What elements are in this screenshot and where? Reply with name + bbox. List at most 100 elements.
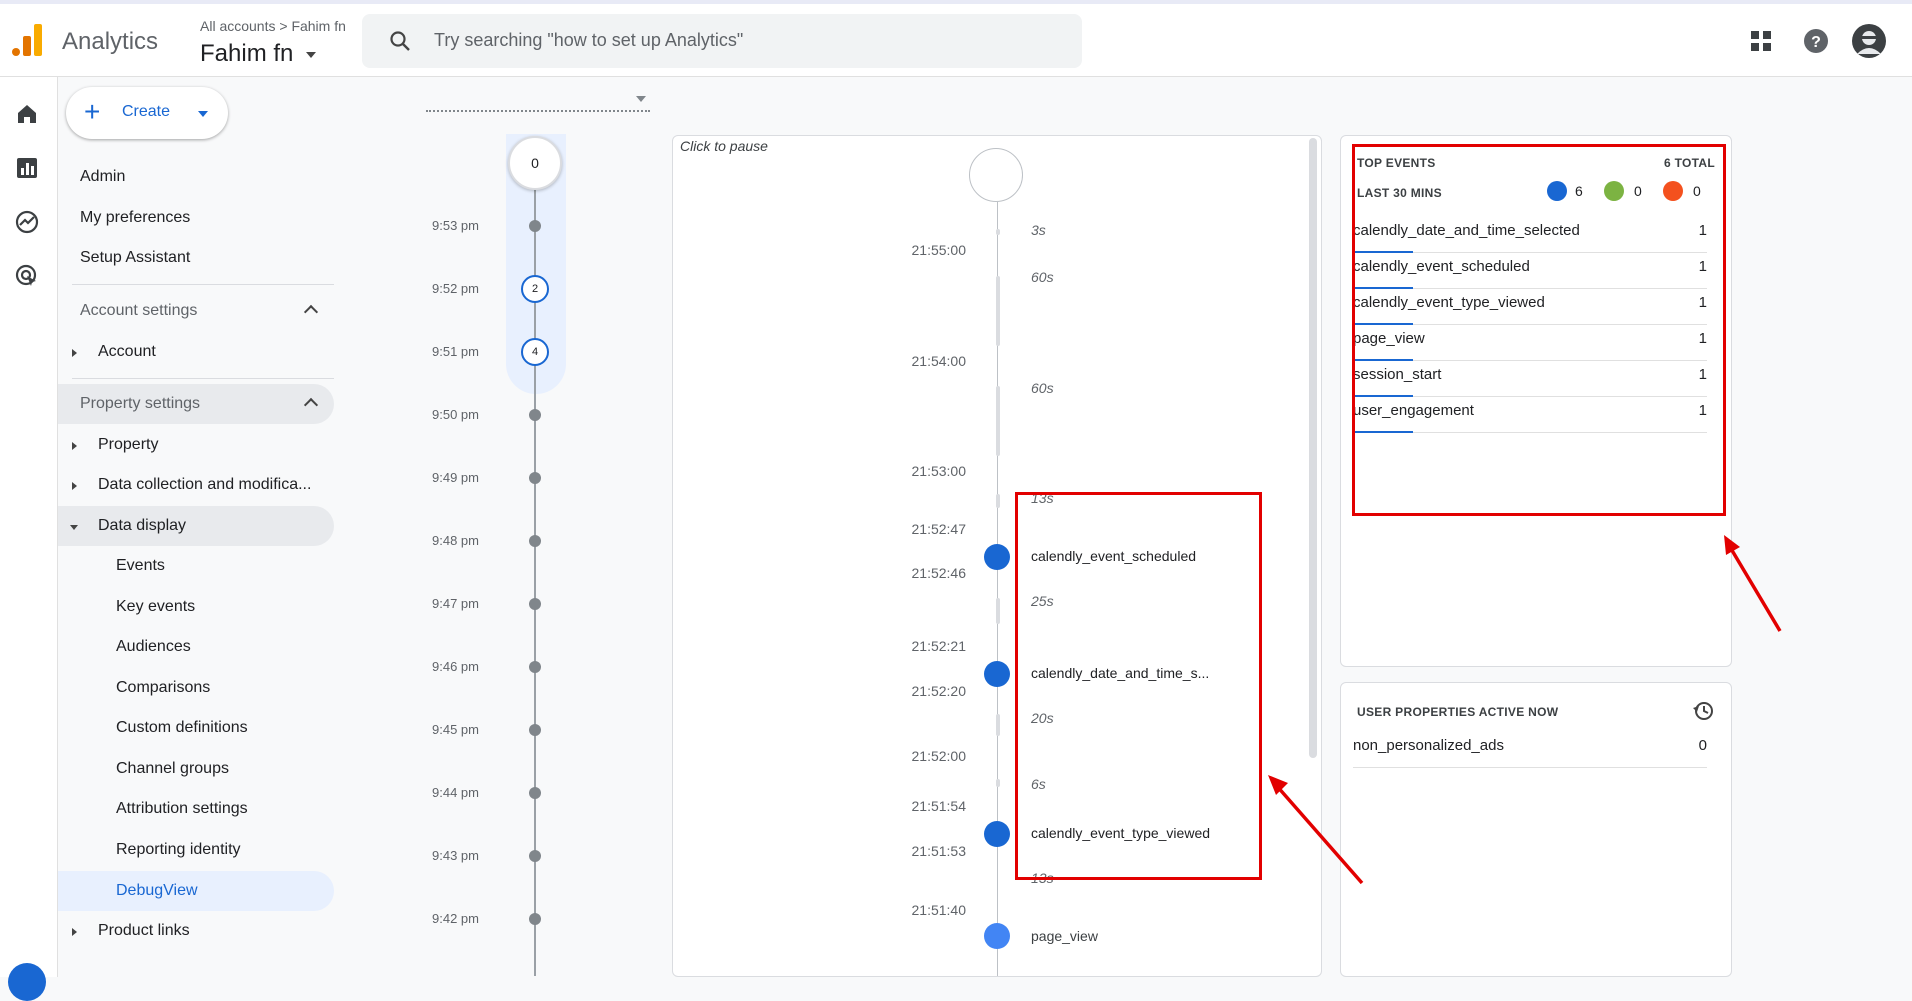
sidebar-divider <box>72 284 334 285</box>
gap-segment <box>996 598 1000 624</box>
section-label: Property settings <box>80 395 201 412</box>
time-label: 21:53:00 <box>911 463 967 479</box>
dropdown-caret-icon <box>306 51 317 58</box>
minute-dot[interactable] <box>529 787 541 799</box>
minute-badge[interactable]: 4 <box>521 338 549 366</box>
gap-label: 3s <box>1031 222 1046 238</box>
sidebar-item-preferences[interactable]: My preferences <box>58 198 334 238</box>
time-label: 21:52:21 <box>911 638 967 654</box>
pause-hint[interactable]: Click to pause <box>680 138 768 154</box>
sidebar-item-comparisons[interactable]: Comparisons <box>58 668 334 708</box>
home-icon[interactable] <box>14 101 40 127</box>
gap-label: 60s <box>1031 380 1054 396</box>
minute-dot[interactable] <box>529 724 541 736</box>
sidebar-item-reporting-identity[interactable]: Reporting identity <box>58 830 334 870</box>
user-property-row[interactable]: non_personalized_ads 0 <box>1353 731 1707 768</box>
avatar[interactable] <box>1852 24 1886 58</box>
reports-icon[interactable] <box>14 155 40 181</box>
caret-right-icon <box>72 928 77 936</box>
sidebar-item-label: Data display <box>98 517 187 534</box>
caret-right-icon <box>72 482 77 490</box>
minute-dot[interactable] <box>529 220 541 232</box>
history-icon[interactable] <box>1691 699 1715 723</box>
breadcrumb[interactable]: All accounts > Fahim fn <box>200 18 346 34</box>
sidebar-item-label: Audiences <box>116 638 191 655</box>
sidebar-item-audiences[interactable]: Audiences <box>58 627 334 667</box>
create-button[interactable]: + Create <box>66 87 228 139</box>
sidebar-item-label: My preferences <box>80 209 191 226</box>
minute-dot[interactable] <box>529 535 541 547</box>
minute-label: 9:49 pm <box>432 470 479 485</box>
sidebar-item-attribution[interactable]: Attribution settings <box>58 789 334 829</box>
account-selector[interactable]: Fahim fn <box>200 40 317 68</box>
stream-scrollbar[interactable] <box>1309 138 1317 758</box>
device-selector[interactable] <box>426 86 650 112</box>
touch-event-icon[interactable] <box>984 923 1010 949</box>
search-input[interactable]: Try searching "how to set up Analytics" <box>434 30 743 51</box>
app-name: Analytics <box>62 28 159 55</box>
section-property-settings[interactable]: Property settings <box>58 384 334 424</box>
sidebar-item-label: Key events <box>116 598 196 615</box>
touch-event-icon[interactable] <box>984 544 1010 570</box>
section-label: Account settings <box>80 302 198 319</box>
sidebar-item-product-links[interactable]: Product links <box>58 911 334 951</box>
minute-dot[interactable] <box>529 598 541 610</box>
touch-event-icon[interactable] <box>984 661 1010 687</box>
gap-segment <box>996 779 1000 787</box>
sidebar-item-setup-assistant[interactable]: Setup Assistant <box>58 238 334 278</box>
section-account-settings[interactable]: Account settings <box>58 291 334 331</box>
minute-badge[interactable]: 2 <box>521 275 549 303</box>
plus-icon: + <box>84 96 101 127</box>
sidebar-item-data-display[interactable]: Data display <box>58 506 334 546</box>
sidebar-item-events[interactable]: Events <box>58 546 334 586</box>
help-icon[interactable]: ? <box>1803 28 1829 54</box>
svg-text:?: ? <box>1811 34 1821 51</box>
sidebar-item-account[interactable]: Account <box>58 332 334 372</box>
sidebar-item-label: Data collection and modifica... <box>98 476 312 493</box>
minute-dot[interactable] <box>529 472 541 484</box>
minute-label: 9:44 pm <box>432 785 479 800</box>
minute-dot[interactable] <box>529 913 541 925</box>
minute-label: 9:46 pm <box>432 659 479 674</box>
current-minute-counter[interactable]: 0 <box>508 136 562 190</box>
stream-top-bubble <box>969 148 1023 202</box>
analytics-logo[interactable] <box>12 22 44 56</box>
property-name: non_personalized_ads <box>1353 737 1504 754</box>
sidebar-item-label: Account <box>98 343 156 360</box>
minute-label: 9:42 pm <box>432 911 479 926</box>
sidebar-item-label: Reporting identity <box>116 841 241 858</box>
gap-label: 60s <box>1031 269 1054 285</box>
sidebar-item-channel-groups[interactable]: Channel groups <box>58 749 334 789</box>
sidebar-item-admin[interactable]: Admin <box>58 157 334 197</box>
search-bar[interactable]: Try searching "how to set up Analytics" <box>362 14 1082 68</box>
minute-label: 9:43 pm <box>432 848 479 863</box>
minute-dot[interactable] <box>529 661 541 673</box>
event-name[interactable]: page_view <box>1031 928 1098 944</box>
touch-event-icon[interactable] <box>984 821 1010 847</box>
apps-grid-icon[interactable] <box>1750 30 1772 52</box>
user-properties-card: USER PROPERTIES ACTIVE NOW non_personali… <box>1340 682 1732 977</box>
settings-fab[interactable] <box>8 963 46 1001</box>
annotation-arrow-top-events <box>1724 535 1782 632</box>
sidebar-item-data-collection[interactable]: Data collection and modifica... <box>58 465 334 505</box>
sidebar-item-key-events[interactable]: Key events <box>58 587 334 627</box>
gap-segment <box>996 386 1000 456</box>
caret-right-icon <box>72 349 77 357</box>
sidebar-item-property[interactable]: Property <box>58 425 334 465</box>
minute-label: 9:47 pm <box>432 596 479 611</box>
time-label: 21:55:00 <box>911 242 967 258</box>
sidebar-divider <box>72 378 334 379</box>
sidebar-item-custom-definitions[interactable]: Custom definitions <box>58 708 334 748</box>
chevron-up-icon <box>303 304 319 320</box>
sidebar-item-label: Product links <box>98 922 190 939</box>
minute-label: 9:52 pm <box>432 281 479 296</box>
sidebar-item-debugview[interactable]: DebugView <box>58 871 334 911</box>
left-rail <box>0 77 58 1001</box>
sidebar-item-label: Events <box>116 557 165 574</box>
minute-dot[interactable] <box>529 850 541 862</box>
time-label: 21:52:00 <box>911 748 967 764</box>
explore-icon[interactable] <box>14 209 40 235</box>
advertising-icon[interactable] <box>14 263 40 289</box>
minute-dot[interactable] <box>529 409 541 421</box>
time-label: 21:51:54 <box>911 798 967 814</box>
